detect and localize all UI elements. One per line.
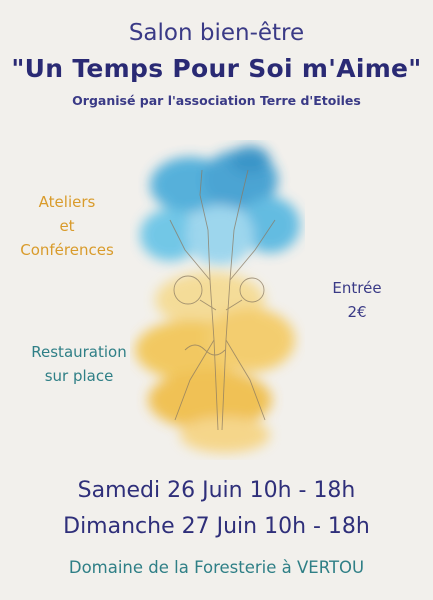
date-sunday: Dimanche 27 Juin 10h - 18h bbox=[63, 514, 370, 539]
watercolor-tree-illustration bbox=[135, 146, 300, 453]
poster-title-line1: Salon bien-être bbox=[128, 20, 305, 46]
workshops-line3: Conférences bbox=[20, 241, 114, 259]
poster-title-line2: "Un Temps Pour Soi m'Aime" bbox=[11, 54, 422, 83]
date-saturday: Samedi 26 Juin 10h - 18h bbox=[77, 478, 356, 503]
venue-line: Domaine de la Foresterie à VERTOU bbox=[68, 558, 365, 577]
workshops-text: Ateliers et Conférences bbox=[8, 190, 126, 262]
organizer-line: Organisé par l'association Terre d'Etoil… bbox=[72, 93, 361, 108]
entry-fee-text: Entrée 2€ bbox=[302, 276, 412, 324]
entry-price: 2€ bbox=[347, 303, 367, 321]
workshops-line2: et bbox=[59, 217, 75, 235]
event-poster: Salon bien-être "Un Temps Pour Soi m'Aim… bbox=[0, 0, 433, 600]
entry-label: Entrée bbox=[332, 279, 382, 297]
workshops-line1: Ateliers bbox=[38, 193, 96, 211]
